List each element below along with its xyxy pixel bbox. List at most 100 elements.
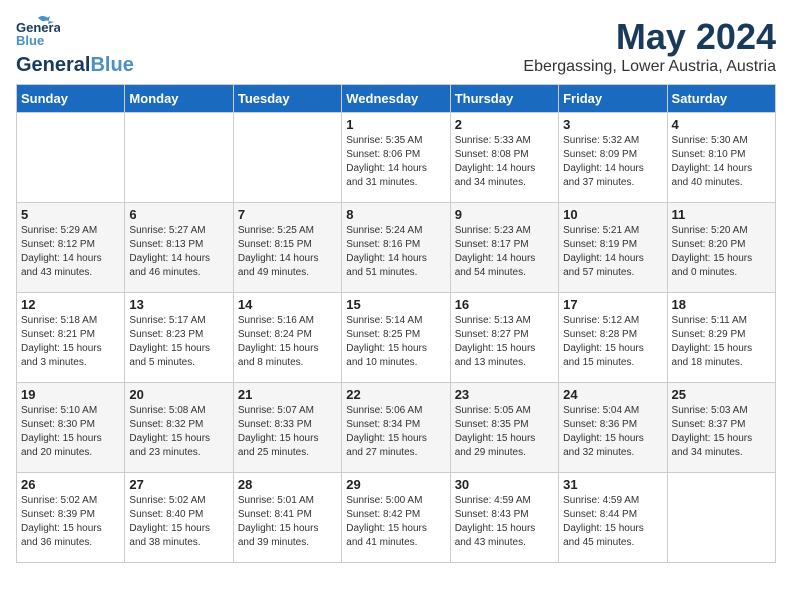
day-number: 27 <box>129 477 228 492</box>
day-info: Sunrise: 5:25 AM Sunset: 8:15 PM Dayligh… <box>238 224 337 280</box>
calendar-cell: 2 Sunrise: 5:33 AM Sunset: 8:08 PM Daylig… <box>450 113 558 203</box>
day-number: 29 <box>346 477 445 492</box>
calendar-cell: 1Sunrise: 5:35 AM Sunset: 8:06 PM Daylig… <box>342 113 450 203</box>
calendar-table: SundayMondayTuesdayWednesdayThursdayFrid… <box>16 84 776 563</box>
day-header-tuesday: Tuesday <box>233 85 341 113</box>
svg-text:Blue: Blue <box>16 33 44 48</box>
day-number: 16 <box>455 297 554 312</box>
day-number: 20 <box>129 387 228 402</box>
calendar-cell: 21 Sunrise: 5:07 AM Sunset: 8:33 PM Dayli… <box>233 383 341 473</box>
day-info: Sunrise: 5:20 AM Sunset: 8:20 PM Dayligh… <box>672 224 771 280</box>
calendar-cell: 27 Sunrise: 5:02 AM Sunset: 8:40 PM Dayli… <box>125 473 233 563</box>
calendar-cell: 8 Sunrise: 5:24 AM Sunset: 8:16 PM Daylig… <box>342 203 450 293</box>
day-number: 11 <box>672 207 771 222</box>
calendar-cell: 10 Sunrise: 5:21 AM Sunset: 8:19 PM Dayli… <box>559 203 667 293</box>
calendar-cell <box>667 473 775 563</box>
day-info: Sunrise: 4:59 AM Sunset: 8:44 PM Dayligh… <box>563 494 662 550</box>
day-info: Sunrise: 5:00 AM Sunset: 8:42 PM Dayligh… <box>346 494 445 550</box>
calendar-cell <box>125 113 233 203</box>
calendar-cell: 9Sunrise: 5:23 AM Sunset: 8:17 PM Daylig… <box>450 203 558 293</box>
day-info: Sunrise: 5:11 AM Sunset: 8:29 PM Dayligh… <box>672 314 771 370</box>
day-number: 25 <box>672 387 771 402</box>
day-number: 14 <box>238 297 337 312</box>
day-number: 2 <box>455 117 554 132</box>
calendar-cell: 15 Sunrise: 5:14 AM Sunset: 8:25 PM Dayli… <box>342 293 450 383</box>
calendar-cell: 26 Sunrise: 5:02 AM Sunset: 8:39 PM Dayli… <box>17 473 125 563</box>
calendar-cell: 13Sunrise: 5:17 AM Sunset: 8:23 PM Dayli… <box>125 293 233 383</box>
day-info: Sunrise: 5:27 AM Sunset: 8:13 PM Dayligh… <box>129 224 228 280</box>
calendar-cell: 20 Sunrise: 5:08 AM Sunset: 8:32 PM Dayli… <box>125 383 233 473</box>
day-number: 18 <box>672 297 771 312</box>
day-number: 9 <box>455 207 554 222</box>
week-row-1: 1Sunrise: 5:35 AM Sunset: 8:06 PM Daylig… <box>17 113 776 203</box>
calendar-cell: 16Sunrise: 5:13 AM Sunset: 8:27 PM Dayli… <box>450 293 558 383</box>
day-number: 22 <box>346 387 445 402</box>
calendar-cell <box>17 113 125 203</box>
week-row-4: 19Sunrise: 5:10 AM Sunset: 8:30 PM Dayli… <box>17 383 776 473</box>
day-info: Sunrise: 5:32 AM Sunset: 8:09 PM Dayligh… <box>563 134 662 190</box>
day-info: Sunrise: 5:05 AM Sunset: 8:35 PM Dayligh… <box>455 404 554 460</box>
day-number: 1 <box>346 117 445 132</box>
logo-icon: General Blue <box>16 16 60 52</box>
day-info: Sunrise: 5:18 AM Sunset: 8:21 PM Dayligh… <box>21 314 120 370</box>
week-row-3: 12Sunrise: 5:18 AM Sunset: 8:21 PM Dayli… <box>17 293 776 383</box>
day-info: Sunrise: 5:02 AM Sunset: 8:40 PM Dayligh… <box>129 494 228 550</box>
day-info: Sunrise: 5:14 AM Sunset: 8:25 PM Dayligh… <box>346 314 445 370</box>
calendar-cell: 31 Sunrise: 4:59 AM Sunset: 8:44 PM Dayli… <box>559 473 667 563</box>
day-header-monday: Monday <box>125 85 233 113</box>
day-number: 19 <box>21 387 120 402</box>
day-number: 8 <box>346 207 445 222</box>
logo: General Blue General Blue <box>16 16 134 76</box>
day-number: 31 <box>563 477 662 492</box>
day-info: Sunrise: 5:33 AM Sunset: 8:08 PM Dayligh… <box>455 134 554 190</box>
day-info: Sunrise: 5:29 AM Sunset: 8:12 PM Dayligh… <box>21 224 120 280</box>
calendar-cell: 7 Sunrise: 5:25 AM Sunset: 8:15 PM Daylig… <box>233 203 341 293</box>
day-info: Sunrise: 4:59 AM Sunset: 8:43 PM Dayligh… <box>455 494 554 550</box>
day-info: Sunrise: 5:03 AM Sunset: 8:37 PM Dayligh… <box>672 404 771 460</box>
day-number: 10 <box>563 207 662 222</box>
day-info: Sunrise: 5:02 AM Sunset: 8:39 PM Dayligh… <box>21 494 120 550</box>
day-header-sunday: Sunday <box>17 85 125 113</box>
day-number: 7 <box>238 207 337 222</box>
day-number: 24 <box>563 387 662 402</box>
month-title: May 2024 <box>523 16 776 58</box>
day-info: Sunrise: 5:07 AM Sunset: 8:33 PM Dayligh… <box>238 404 337 460</box>
week-row-2: 5 Sunrise: 5:29 AM Sunset: 8:12 PM Daylig… <box>17 203 776 293</box>
calendar-cell: 14Sunrise: 5:16 AM Sunset: 8:24 PM Dayli… <box>233 293 341 383</box>
calendar-cell: 4Sunrise: 5:30 AM Sunset: 8:10 PM Daylig… <box>667 113 775 203</box>
day-number: 23 <box>455 387 554 402</box>
day-info: Sunrise: 5:21 AM Sunset: 8:19 PM Dayligh… <box>563 224 662 280</box>
calendar-cell: 24Sunrise: 5:04 AM Sunset: 8:36 PM Dayli… <box>559 383 667 473</box>
day-number: 17 <box>563 297 662 312</box>
location: Ebergassing, Lower Austria, Austria <box>523 58 776 76</box>
day-number: 6 <box>129 207 228 222</box>
day-number: 21 <box>238 387 337 402</box>
day-header-thursday: Thursday <box>450 85 558 113</box>
day-info: Sunrise: 5:12 AM Sunset: 8:28 PM Dayligh… <box>563 314 662 370</box>
day-header-friday: Friday <box>559 85 667 113</box>
title-block: May 2024 Ebergassing, Lower Austria, Aus… <box>523 16 776 76</box>
page-header: General Blue General Blue May 2024 Eberg… <box>16 16 776 76</box>
day-number: 26 <box>21 477 120 492</box>
day-info: Sunrise: 5:06 AM Sunset: 8:34 PM Dayligh… <box>346 404 445 460</box>
calendar-cell: 5 Sunrise: 5:29 AM Sunset: 8:12 PM Daylig… <box>17 203 125 293</box>
day-number: 3 <box>563 117 662 132</box>
day-info: Sunrise: 5:24 AM Sunset: 8:16 PM Dayligh… <box>346 224 445 280</box>
day-number: 30 <box>455 477 554 492</box>
day-info: Sunrise: 5:08 AM Sunset: 8:32 PM Dayligh… <box>129 404 228 460</box>
calendar-cell: 6 Sunrise: 5:27 AM Sunset: 8:13 PM Daylig… <box>125 203 233 293</box>
calendar-cell: 12Sunrise: 5:18 AM Sunset: 8:21 PM Dayli… <box>17 293 125 383</box>
calendar-cell: 22 Sunrise: 5:06 AM Sunset: 8:34 PM Dayli… <box>342 383 450 473</box>
day-number: 5 <box>21 207 120 222</box>
calendar-cell: 23 Sunrise: 5:05 AM Sunset: 8:35 PM Dayli… <box>450 383 558 473</box>
day-number: 15 <box>346 297 445 312</box>
day-number: 28 <box>238 477 337 492</box>
calendar-cell: 3 Sunrise: 5:32 AM Sunset: 8:09 PM Daylig… <box>559 113 667 203</box>
calendar-cell: 11 Sunrise: 5:20 AM Sunset: 8:20 PM Dayli… <box>667 203 775 293</box>
calendar-cell: 30 Sunrise: 4:59 AM Sunset: 8:43 PM Dayli… <box>450 473 558 563</box>
day-number: 4 <box>672 117 771 132</box>
calendar-cell: 29 Sunrise: 5:00 AM Sunset: 8:42 PM Dayli… <box>342 473 450 563</box>
calendar-cell: 19Sunrise: 5:10 AM Sunset: 8:30 PM Dayli… <box>17 383 125 473</box>
week-row-5: 26 Sunrise: 5:02 AM Sunset: 8:39 PM Dayli… <box>17 473 776 563</box>
logo-general: General <box>16 54 90 76</box>
